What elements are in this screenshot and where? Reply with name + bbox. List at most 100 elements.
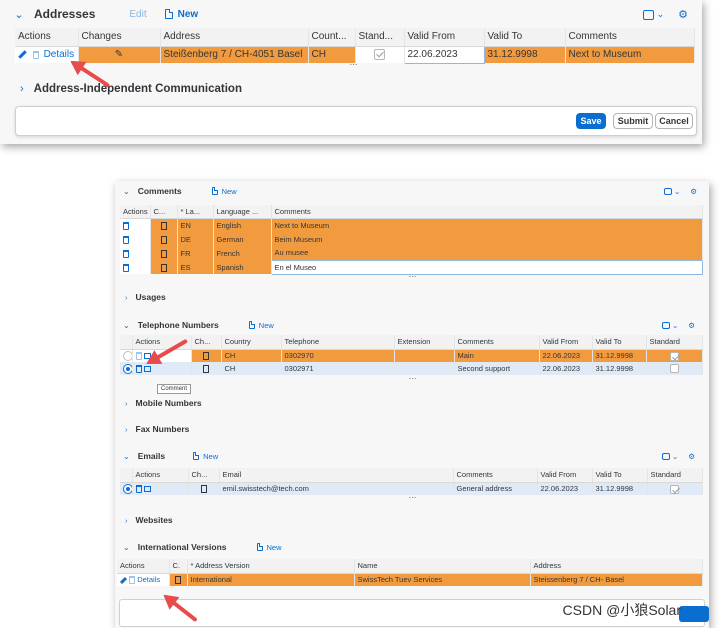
table-row[interactable]: EN English Next to Museum xyxy=(120,218,703,232)
export-icon[interactable] xyxy=(661,322,670,329)
edit-link[interactable]: Edit xyxy=(129,9,146,20)
comment-icon[interactable] xyxy=(143,486,151,493)
standard-checkbox[interactable] xyxy=(669,364,679,374)
standard-checkbox[interactable] xyxy=(669,351,679,361)
valid-from-cell[interactable]: 22.06.2023 xyxy=(537,482,593,495)
trash-icon[interactable] xyxy=(135,365,142,373)
valid-from-cell[interactable]: 22.06.2023 xyxy=(539,349,593,362)
trash-icon[interactable] xyxy=(123,235,129,244)
new-comment-button[interactable]: New xyxy=(211,187,237,196)
chevron-down-icon[interactable]: ⌄ xyxy=(123,321,130,330)
col-comments[interactable]: Comments xyxy=(453,468,538,483)
col-language-code[interactable]: * La... xyxy=(177,205,214,219)
table-row[interactable]: Details International SwissTech Tuev Ser… xyxy=(117,573,703,586)
language-cell[interactable]: Spanish xyxy=(213,260,272,274)
export-menu-chevron-icon[interactable]: ⌄ xyxy=(674,187,680,196)
gear-icon[interactable]: ⚙ xyxy=(690,187,697,196)
valid-to-cell[interactable]: 31.12.9998 xyxy=(592,349,647,362)
new-address-button[interactable]: New xyxy=(164,9,198,20)
valid-to-cell[interactable]: 31.12.9998 xyxy=(592,362,647,375)
row-radio[interactable] xyxy=(123,363,131,374)
telephone-cell[interactable]: 0302970 xyxy=(281,349,395,362)
country-cell[interactable]: CH xyxy=(221,349,282,362)
chevron-right-icon[interactable]: › xyxy=(20,83,24,95)
chevron-down-icon[interactable]: ⌄ xyxy=(123,452,130,461)
col-name[interactable]: Name xyxy=(354,559,531,574)
valid-from-cell[interactable]: 22.06.2023 xyxy=(539,362,593,375)
col-address[interactable]: Address xyxy=(530,559,703,574)
code-cell[interactable]: DE xyxy=(177,232,214,246)
comment-cell[interactable]: General address xyxy=(453,482,538,495)
export-menu-chevron-icon[interactable]: ⌄ xyxy=(672,452,678,461)
chevron-down-icon[interactable]: ⌄ xyxy=(123,543,130,552)
comment-input[interactable]: En el Museo xyxy=(270,259,703,275)
address-cell[interactable]: Steissenberg 7 / CH- Basel xyxy=(530,573,703,586)
col-valid-to[interactable]: Valid To xyxy=(592,468,648,483)
trash-icon[interactable] xyxy=(123,221,129,230)
col-valid-from[interactable]: Valid From xyxy=(539,335,593,350)
col-actions[interactable]: Actions xyxy=(15,28,79,47)
col-actions[interactable]: Actions xyxy=(132,468,189,483)
standard-checkbox[interactable] xyxy=(374,49,385,61)
export-icon[interactable] xyxy=(661,453,670,460)
col-language[interactable]: Language ... xyxy=(213,205,272,219)
comment-cell[interactable]: Second support xyxy=(454,362,540,375)
table-row[interactable]: DE German Beim Museum xyxy=(120,232,703,246)
save-button[interactable]: Save xyxy=(576,113,606,129)
gear-icon[interactable]: ⚙ xyxy=(688,321,695,330)
table-row[interactable]: FR French Au musee xyxy=(120,246,703,260)
col-comments[interactable]: Comments xyxy=(565,28,695,47)
col-telephone[interactable]: Telephone xyxy=(281,335,395,350)
language-cell[interactable]: German xyxy=(213,232,272,246)
row-radio[interactable] xyxy=(123,350,131,361)
col-address[interactable]: Address xyxy=(160,28,309,47)
comment-cell[interactable]: Next to Museum xyxy=(271,218,703,232)
col-changes[interactable]: C. xyxy=(169,559,188,574)
gear-icon[interactable]: ⚙ xyxy=(688,452,695,461)
details-link[interactable]: Details xyxy=(137,575,160,584)
comment-cell[interactable]: Beim Museum xyxy=(271,232,703,246)
valid-to-cell[interactable]: 31.12.9998 xyxy=(592,482,648,495)
col-changes[interactable]: C... xyxy=(150,205,178,219)
trash-icon[interactable] xyxy=(135,352,142,361)
col-comments[interactable]: Comments xyxy=(271,205,703,219)
comment-cell[interactable]: Au musee xyxy=(271,246,703,260)
trash-icon[interactable] xyxy=(123,249,129,258)
col-extension[interactable]: Extension xyxy=(394,335,455,350)
col-country[interactable]: Country xyxy=(221,335,282,350)
code-cell[interactable]: FR xyxy=(177,246,214,260)
submit-button[interactable]: Submit xyxy=(613,113,653,129)
code-cell[interactable]: EN xyxy=(177,218,214,232)
chevron-down-icon[interactable]: ⌄ xyxy=(12,8,26,21)
col-valid-from[interactable]: Valid From xyxy=(537,468,593,483)
new-email-button[interactable]: New xyxy=(193,452,218,461)
col-actions[interactable]: Actions xyxy=(120,205,151,219)
name-cell[interactable]: SwissTech Tuev Services xyxy=(354,573,531,586)
trash-icon[interactable] xyxy=(135,485,142,494)
chevron-right-icon[interactable]: › xyxy=(125,425,128,434)
export-menu-chevron-icon[interactable]: ⌄ xyxy=(657,9,665,20)
col-address-version[interactable]: * Address Version xyxy=(187,559,355,574)
export-icon[interactable] xyxy=(663,188,672,195)
country-cell[interactable]: CH xyxy=(308,46,356,63)
extension-cell[interactable] xyxy=(394,362,455,375)
email-cell[interactable]: emil.swisstech@tech.com xyxy=(219,482,454,495)
export-menu-chevron-icon[interactable]: ⌄ xyxy=(672,321,678,330)
chevron-down-icon[interactable]: ⌄ xyxy=(123,187,130,196)
col-valid-to[interactable]: Valid To xyxy=(592,335,647,350)
details-link[interactable]: Details xyxy=(44,49,75,60)
col-changes[interactable]: Ch... xyxy=(191,335,222,350)
resize-grip[interactable]: ⋯ xyxy=(405,375,419,383)
valid-to-cell[interactable]: 31.12.9998 xyxy=(484,46,566,63)
code-cell[interactable]: ES xyxy=(177,260,214,274)
language-cell[interactable]: English xyxy=(213,218,272,232)
gear-icon[interactable]: ⚙ xyxy=(678,8,688,21)
row-radio[interactable] xyxy=(123,483,131,494)
telephone-cell[interactable]: 0302971 xyxy=(281,362,395,375)
chevron-right-icon[interactable]: › xyxy=(125,516,128,525)
new-version-button[interactable]: New xyxy=(256,543,282,552)
pencil-icon[interactable] xyxy=(18,50,27,59)
valid-from-input[interactable]: 22.06.2023 xyxy=(403,45,485,64)
col-standard[interactable]: Standard xyxy=(646,335,703,350)
new-telephone-button[interactable]: New xyxy=(248,321,274,330)
